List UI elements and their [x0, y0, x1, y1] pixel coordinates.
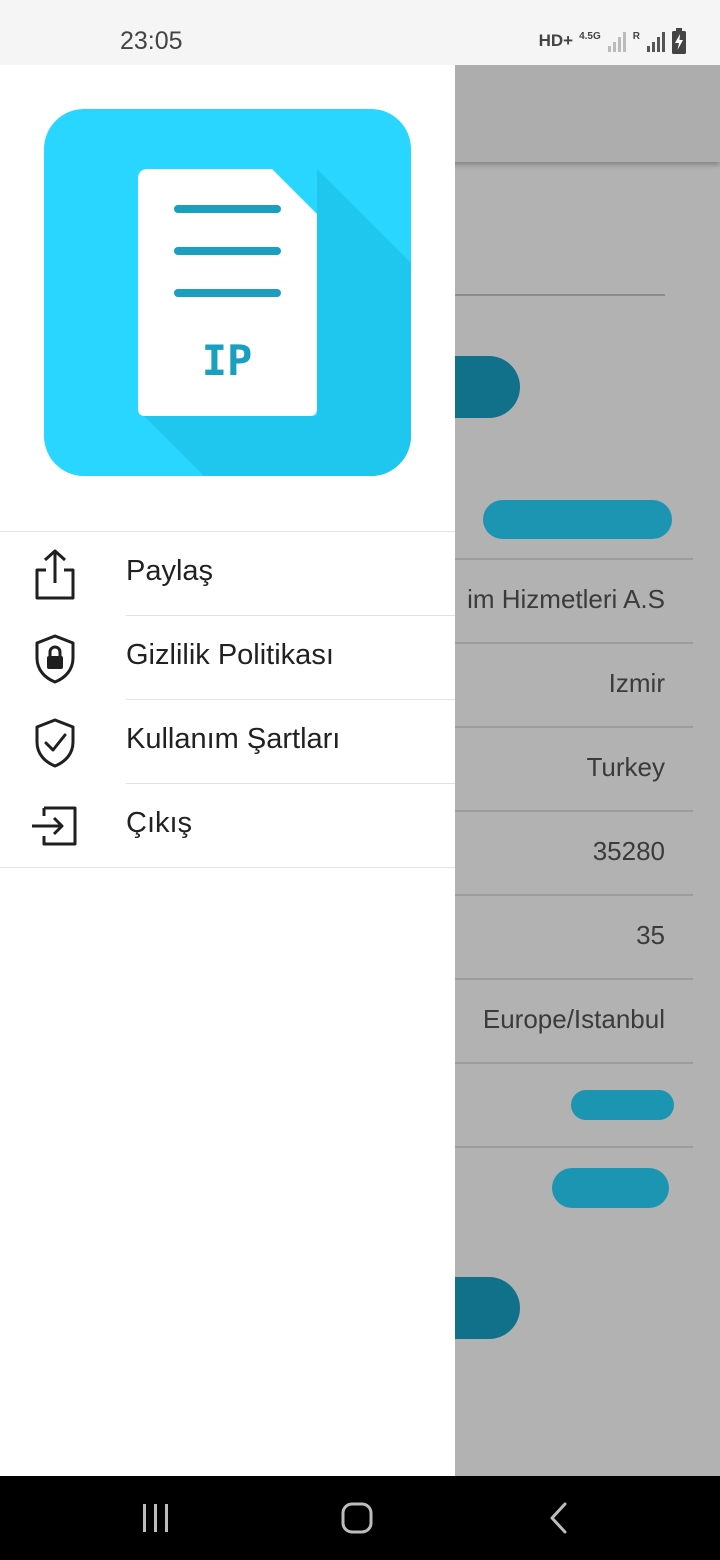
menu-item-exit[interactable]: Çıkış: [0, 784, 455, 868]
back-icon[interactable]: [537, 1496, 581, 1540]
menu-item-share[interactable]: Paylaş: [0, 532, 455, 616]
menu-item-label: Gizlilik Politikası: [126, 639, 334, 671]
network-label: HD+: [538, 31, 574, 50]
roaming-signal-icon: [647, 32, 665, 52]
privacy-shield-lock-icon: [35, 634, 75, 684]
share-icon: [35, 549, 75, 600]
battery-charging-icon: [672, 28, 686, 54]
exit-icon: [32, 806, 77, 846]
menu-item-label: Kullanım Şartları: [126, 723, 341, 755]
recents-icon[interactable]: [134, 1496, 178, 1540]
signal-icon: [607, 32, 626, 52]
menu-item-label: Çıkış: [126, 807, 193, 839]
menu-item-label: Paylaş: [126, 555, 214, 587]
network-type: 4.5G: [579, 31, 601, 42]
menu-item-privacy-policy[interactable]: Gizlilik Politikası: [0, 616, 455, 700]
menu-item-terms-of-use[interactable]: Kullanım Şartları: [0, 700, 455, 784]
roaming-label: R: [632, 31, 640, 42]
navigation-drawer: IP Paylaş Gizlilik Politikası Kullanım Ş…: [0, 65, 455, 1476]
drawer-menu-bottom-divider: [0, 867, 455, 868]
status-time: 23:05: [120, 27, 183, 55]
app-logo-text: IP: [202, 336, 253, 385]
status-bar: 23:05 HD+ 4.5G R: [0, 0, 720, 65]
status-icons: HD+ 4.5G R: [539, 28, 686, 54]
system-nav-bar: [0, 1476, 720, 1560]
home-icon[interactable]: [335, 1496, 379, 1540]
app-logo: IP: [44, 109, 411, 476]
shield-check-icon: [35, 718, 75, 768]
